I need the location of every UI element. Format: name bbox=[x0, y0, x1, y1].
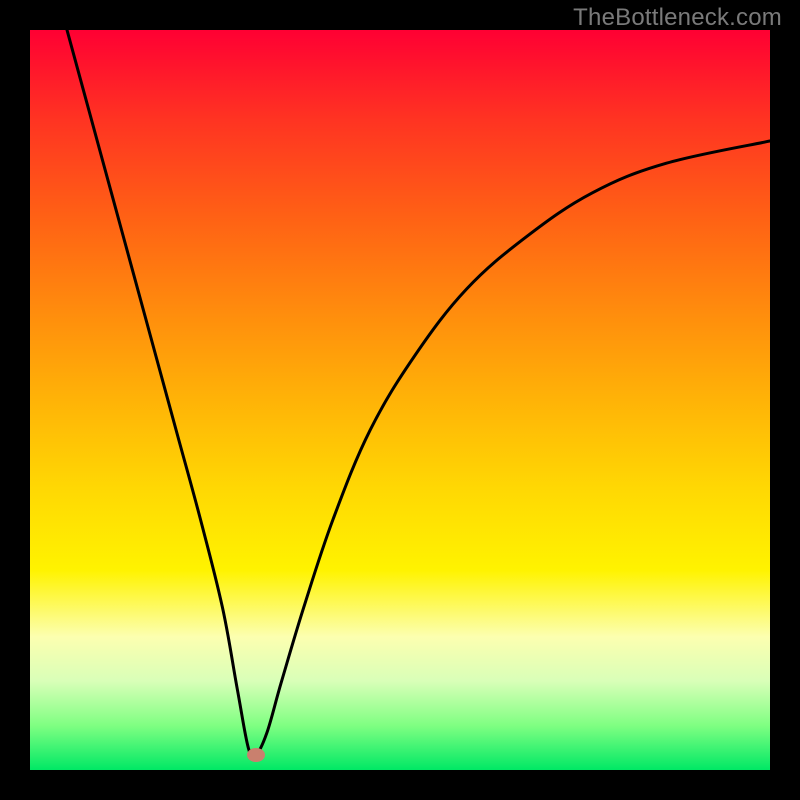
chart-frame: TheBottleneck.com bbox=[0, 0, 800, 800]
bottleneck-curve bbox=[30, 30, 770, 770]
plot-area bbox=[30, 30, 770, 770]
watermark-text: TheBottleneck.com bbox=[573, 4, 782, 32]
optimal-point-marker bbox=[247, 748, 265, 762]
